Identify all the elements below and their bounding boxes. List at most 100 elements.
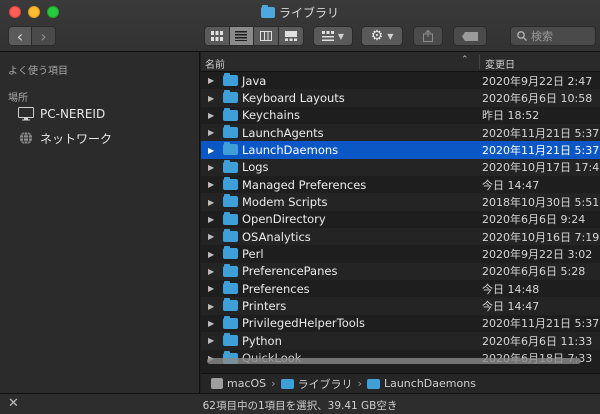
- folder-icon: [260, 5, 275, 18]
- folder-icon: [223, 73, 238, 86]
- folder-icon: [223, 177, 238, 191]
- scrollbar-thumb[interactable]: [207, 358, 581, 364]
- sidebar-item-network[interactable]: ネットワーク: [18, 129, 112, 147]
- list-view-button[interactable]: [229, 27, 254, 45]
- sidebar-item-label: PC-NEREID: [40, 107, 106, 121]
- table-row[interactable]: ▶ LaunchDaemons 2020年11月21日 5:37: [201, 141, 600, 159]
- disclosure-triangle-icon[interactable]: ▶: [208, 302, 214, 311]
- table-row[interactable]: ▶ Managed Preferences 今日 14:47: [201, 176, 600, 193]
- chevron-down-icon: ▼: [337, 31, 345, 41]
- disclosure-triangle-icon[interactable]: ▶: [208, 215, 214, 224]
- modified-date: 2020年6月6日 10:58: [482, 92, 593, 106]
- list-icon: [235, 31, 248, 41]
- modified-date: 今日 14:47: [482, 178, 540, 192]
- modified-date: 2020年6月6日 9:24: [482, 213, 586, 227]
- disclosure-triangle-icon[interactable]: ▶: [208, 250, 214, 259]
- path-chevron-icon: ›: [271, 377, 276, 390]
- modified-date: 2020年10月16日 7:19: [482, 230, 600, 244]
- back-button[interactable]: ‹: [9, 26, 33, 46]
- column-view-button[interactable]: [254, 27, 279, 45]
- grid-icon: [210, 31, 223, 41]
- share-button[interactable]: [413, 26, 443, 46]
- gallery-view-button[interactable]: [278, 27, 303, 45]
- sidebar-item-pc-nereid[interactable]: PC-NEREID: [18, 105, 105, 123]
- table-row[interactable]: ▶ Perl 2020年9月22日 3:02: [201, 245, 600, 262]
- disclosure-triangle-icon[interactable]: ▶: [208, 336, 214, 345]
- disclosure-triangle-icon[interactable]: ▶: [208, 163, 214, 172]
- modified-date: 今日 14:48: [482, 282, 540, 296]
- file-name: LaunchDaemons: [242, 143, 339, 158]
- sidebar-locations-heading: 場所: [8, 93, 28, 104]
- view-mode-control: [204, 26, 304, 46]
- sidebar-item-label: ネットワーク: [40, 131, 113, 146]
- search-field[interactable]: [510, 26, 596, 46]
- status-bar: ✕ 62項目中の1項目を選択、39.41 GB空き: [0, 393, 600, 414]
- gallery-icon: [284, 31, 297, 41]
- folder-icon: [223, 229, 238, 243]
- disclosure-triangle-icon[interactable]: ▶: [208, 128, 214, 137]
- disclosure-triangle-icon[interactable]: ▶: [208, 111, 214, 120]
- table-row[interactable]: ▶ PreferencePanes 2020年6月6日 5:28: [201, 262, 600, 281]
- table-row[interactable]: ▶ Keyboard Layouts 2020年6月6日 10:58: [201, 89, 600, 107]
- forward-button[interactable]: ›: [32, 27, 55, 45]
- columns-icon: [259, 31, 272, 41]
- modified-date: 2020年9月22日 2:47: [482, 74, 593, 88]
- folder-icon: [223, 246, 238, 260]
- finder-window: ライブラリ ‹ › ▼ ⚙ ▼ 検索 よく使う項目 場所 PC-NEREID ネ…: [0, 0, 600, 414]
- monitor-icon: [18, 107, 34, 121]
- table-row[interactable]: ▶ Logs 2020年10月17日 17:45: [201, 158, 600, 177]
- group-grid-icon: [321, 31, 334, 41]
- icon-view-button[interactable]: [205, 27, 230, 45]
- horizontal-scrollbar[interactable]: [201, 357, 600, 365]
- file-name: Java: [242, 73, 267, 88]
- disclosure-triangle-icon[interactable]: ▶: [208, 146, 214, 155]
- disclosure-triangle-icon[interactable]: ▶: [208, 180, 214, 189]
- disclosure-triangle-icon[interactable]: ▶: [208, 76, 214, 85]
- path-segment-library[interactable]: ライブラリ: [280, 376, 353, 392]
- file-rows: ▶ Java 2020年9月22日 2:47 ▶ Keyboard Layouts 202…: [201, 72, 600, 367]
- table-row[interactable]: ▶ Keychains 昨日 18:52: [201, 107, 600, 124]
- folder-icon: [223, 194, 238, 208]
- folder-icon: [223, 211, 238, 225]
- table-row[interactable]: ▶ Java 2020年9月22日 2:47: [201, 72, 600, 89]
- file-name: Keyboard Layouts: [242, 91, 345, 106]
- path-segment-launchdaemons[interactable]: LaunchDaemons: [366, 377, 476, 390]
- table-row[interactable]: ▶ Modem Scripts 2018年10月30日 5:51: [201, 193, 600, 211]
- column-header-date[interactable]: 変更日: [485, 56, 515, 71]
- group-button[interactable]: ▼: [313, 26, 353, 46]
- disclosure-triangle-icon[interactable]: ▶: [208, 267, 214, 276]
- table-row[interactable]: ▶ Preferences 今日 14:48: [201, 280, 600, 297]
- folder-icon: [280, 378, 294, 389]
- modified-date: 2020年11月21日 5:37: [482, 317, 600, 331]
- table-row[interactable]: ▶ PrivilegedHelperTools 2020年11月21日 5:37: [201, 315, 600, 332]
- tags-button[interactable]: [453, 26, 487, 46]
- search-input[interactable]: [531, 29, 591, 43]
- file-name: Python: [242, 333, 282, 348]
- action-button[interactable]: ⚙ ▼: [361, 26, 403, 46]
- table-row[interactable]: ▶ Python 2020年6月6日 11:33: [201, 332, 600, 350]
- status-text: 62項目中の1項目を選択、39.41 GB空き: [202, 400, 398, 412]
- file-list: 名前 ⌃ 変更日 ▶ Java 2020年9月22日 2:47 ▶ Keyboard L…: [201, 52, 600, 373]
- column-header-name[interactable]: 名前: [205, 56, 225, 71]
- folder-icon: [223, 90, 238, 104]
- table-row[interactable]: ▶ LaunchAgents 2020年11月21日 5:37: [201, 124, 600, 142]
- disclosure-triangle-icon[interactable]: ▶: [208, 319, 214, 328]
- disclosure-triangle-icon[interactable]: ▶: [208, 284, 214, 293]
- titlebar: ライブラリ ‹ › ▼ ⚙ ▼ 検索: [0, 0, 600, 52]
- path-segment-disk[interactable]: macOS: [211, 377, 266, 390]
- modified-date: 今日 14:47: [482, 300, 540, 314]
- chevron-right-icon: ›: [40, 26, 47, 46]
- disclosure-triangle-icon[interactable]: ▶: [208, 94, 214, 103]
- file-name: Preferences: [242, 281, 310, 296]
- folder-icon: [223, 107, 238, 121]
- disclosure-triangle-icon[interactable]: ▶: [208, 232, 214, 241]
- tag-icon: [462, 31, 478, 41]
- disclosure-triangle-icon[interactable]: ▶: [208, 198, 214, 207]
- navigation-buttons: ‹ ›: [8, 26, 56, 46]
- sidebar-favorites-heading: よく使う項目: [8, 66, 68, 77]
- column-divider[interactable]: [479, 55, 480, 69]
- chevron-left-icon: ‹: [16, 26, 24, 46]
- table-row[interactable]: ▶ OpenDirectory 2020年6月6日 9:24: [201, 211, 600, 228]
- table-row[interactable]: ▶ OSAnalytics 2020年10月16日 7:19: [201, 228, 600, 246]
- table-row[interactable]: ▶ Printers 今日 14:47: [201, 297, 600, 315]
